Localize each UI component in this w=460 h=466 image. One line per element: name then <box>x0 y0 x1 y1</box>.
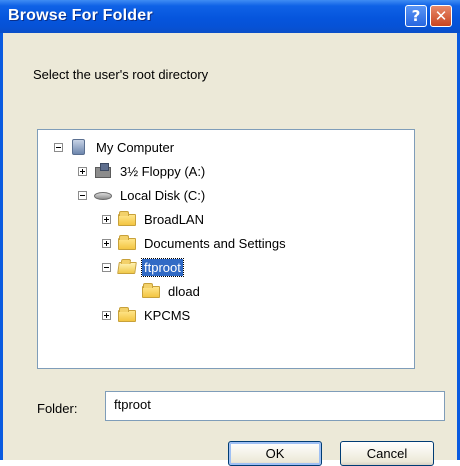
folder-icon <box>117 211 137 227</box>
collapse-icon[interactable] <box>78 190 87 200</box>
tree-item-label: My Computer <box>96 139 175 155</box>
collapse-icon[interactable] <box>54 142 63 152</box>
tree-item-my-computer[interactable]: My Computer <box>54 136 176 158</box>
folder-icon <box>117 307 137 323</box>
tree-item-label: BroadLAN <box>144 211 204 227</box>
open-folder-icon <box>117 259 137 275</box>
browse-for-folder-dialog: Browse For Folder ? ✕ Select the user's … <box>0 0 460 466</box>
folder-tree[interactable]: My Computer 3½ Floppy (A:) Local Disk (C… <box>37 129 415 369</box>
title-bar[interactable]: Browse For Folder ? ✕ <box>0 0 460 33</box>
close-button[interactable]: ✕ <box>430 5 452 27</box>
dialog-body: Select the user's root directory My Comp… <box>3 33 457 466</box>
tree-item-label: dload <box>168 283 200 299</box>
computer-icon <box>69 139 89 155</box>
window-title: Browse For Folder <box>8 7 153 24</box>
hard-disk-icon <box>93 187 113 203</box>
folder-input[interactable] <box>105 391 445 421</box>
prompt-text: Select the user's root directory <box>33 67 209 82</box>
tree-item-local-disk[interactable]: Local Disk (C:) <box>78 184 207 206</box>
tree-item-label: KPCMS <box>144 307 191 323</box>
expand-icon[interactable] <box>78 166 87 176</box>
ok-button[interactable]: OK <box>228 441 322 466</box>
tree-item-documents-and-settings[interactable]: Documents and Settings <box>102 232 288 254</box>
tree-item-ftproot[interactable]: ftproot <box>102 256 184 278</box>
folder-icon <box>141 283 161 299</box>
tree-item-floppy[interactable]: 3½ Floppy (A:) <box>78 160 207 182</box>
tree-item-label: ftproot <box>141 257 184 277</box>
tree-item-broadlan[interactable]: BroadLAN <box>102 208 206 230</box>
help-button[interactable]: ? <box>405 5 427 27</box>
floppy-drive-icon <box>93 163 113 179</box>
tree-item-dload[interactable]: dload <box>141 280 202 302</box>
expand-icon[interactable] <box>102 214 111 224</box>
expand-icon[interactable] <box>102 238 111 248</box>
cancel-button[interactable]: Cancel <box>340 441 434 466</box>
collapse-icon[interactable] <box>102 262 111 272</box>
tree-item-label: 3½ Floppy (A:) <box>120 163 206 179</box>
expand-icon[interactable] <box>102 310 111 320</box>
tree-item-kpcms[interactable]: KPCMS <box>102 304 192 326</box>
folder-label: Folder: <box>37 401 78 416</box>
tree-item-label: Documents and Settings <box>144 235 286 251</box>
tree-item-label: Local Disk (C:) <box>120 187 206 203</box>
folder-icon <box>117 235 137 251</box>
